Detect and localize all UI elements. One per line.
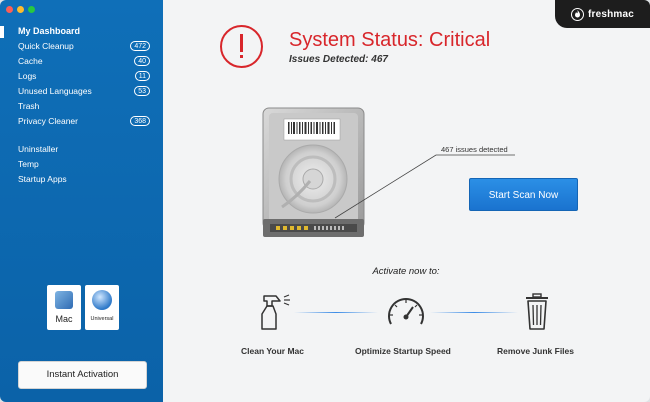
speedometer-icon <box>388 298 424 325</box>
sidebar-nav: My Dashboard Quick Cleanup 472 Cache 40 … <box>0 24 163 187</box>
count-badge: 40 <box>134 56 150 66</box>
globe-icon <box>92 290 112 310</box>
universal-app-tile: Universal <box>85 285 119 330</box>
sidebar-item-trash[interactable]: Trash <box>0 99 163 114</box>
count-badge: 53 <box>134 86 150 96</box>
alert-icon <box>220 25 263 68</box>
count-badge: 368 <box>130 116 150 126</box>
spray-bottle-icon <box>261 294 290 330</box>
sidebar-item-label: Privacy Cleaner <box>18 116 78 126</box>
minimize-window-button[interactable] <box>17 6 24 13</box>
sidebar: My Dashboard Quick Cleanup 472 Cache 40 … <box>0 0 163 402</box>
finder-icon <box>55 291 73 309</box>
feature-connector <box>294 312 378 313</box>
platform-tiles: Mac Universal <box>47 285 119 330</box>
brand-name: freshmac <box>587 8 635 20</box>
sidebar-item-temp[interactable]: Temp <box>0 157 163 172</box>
feature-connector <box>430 312 518 313</box>
sidebar-item-label: Quick Cleanup <box>18 41 74 51</box>
trash-bin-icon <box>526 293 548 330</box>
zoom-window-button[interactable] <box>28 6 35 13</box>
mac-app-tile: Mac <box>47 285 81 330</box>
app-window: My Dashboard Quick Cleanup 472 Cache 40 … <box>0 0 650 402</box>
brand-logo: freshmac <box>555 0 650 28</box>
sidebar-item-label: Logs <box>18 71 37 81</box>
instant-activation-button[interactable]: Instant Activation <box>18 361 147 389</box>
sidebar-item-uninstaller[interactable]: Uninstaller <box>0 142 163 157</box>
feature-clean-your-mac: Clean Your Mac <box>241 346 304 356</box>
sidebar-item-logs[interactable]: Logs 11 <box>0 69 163 84</box>
tile-caption: Mac <box>55 314 73 324</box>
flame-icon <box>570 7 584 21</box>
sidebar-item-cache[interactable]: Cache 40 <box>0 54 163 69</box>
sidebar-item-label: Unused Languages <box>18 86 92 96</box>
sidebar-item-privacy-cleaner[interactable]: Privacy Cleaner 368 <box>0 114 163 129</box>
status-title: System Status: Critical <box>289 29 491 51</box>
count-badge: 11 <box>134 71 150 81</box>
sidebar-item-label: Cache <box>18 56 43 66</box>
sidebar-item-label: My Dashboard <box>18 26 81 36</box>
sidebar-item-startup-apps[interactable]: Startup Apps <box>0 172 163 187</box>
hard-drive-icon <box>262 107 365 237</box>
sidebar-item-unused-languages[interactable]: Unused Languages 53 <box>0 84 163 99</box>
sidebar-item-my-dashboard[interactable]: My Dashboard <box>0 24 163 39</box>
sidebar-item-label: Trash <box>18 101 40 111</box>
sidebar-item-label: Temp <box>18 159 39 169</box>
issues-count: Issues Detected: 467 <box>289 54 388 65</box>
sidebar-item-label: Startup Apps <box>18 174 67 184</box>
close-window-button[interactable] <box>6 6 13 13</box>
tile-caption: Universal <box>90 316 114 322</box>
feature-optimize-startup-speed: Optimize Startup Speed <box>355 346 451 356</box>
start-scan-button[interactable]: Start Scan Now <box>469 178 578 211</box>
count-badge: 472 <box>130 41 150 51</box>
activate-prompt-text: Activate now to: <box>372 266 440 277</box>
feature-remove-junk-files: Remove Junk Files <box>497 346 575 356</box>
sidebar-item-quick-cleanup[interactable]: Quick Cleanup 472 <box>0 39 163 54</box>
window-controls <box>6 6 35 13</box>
issues-callout-label: 467 issues detected <box>441 145 508 154</box>
sidebar-item-label: Uninstaller <box>18 144 59 154</box>
activate-prompt: Activate now to: <box>0 266 650 277</box>
